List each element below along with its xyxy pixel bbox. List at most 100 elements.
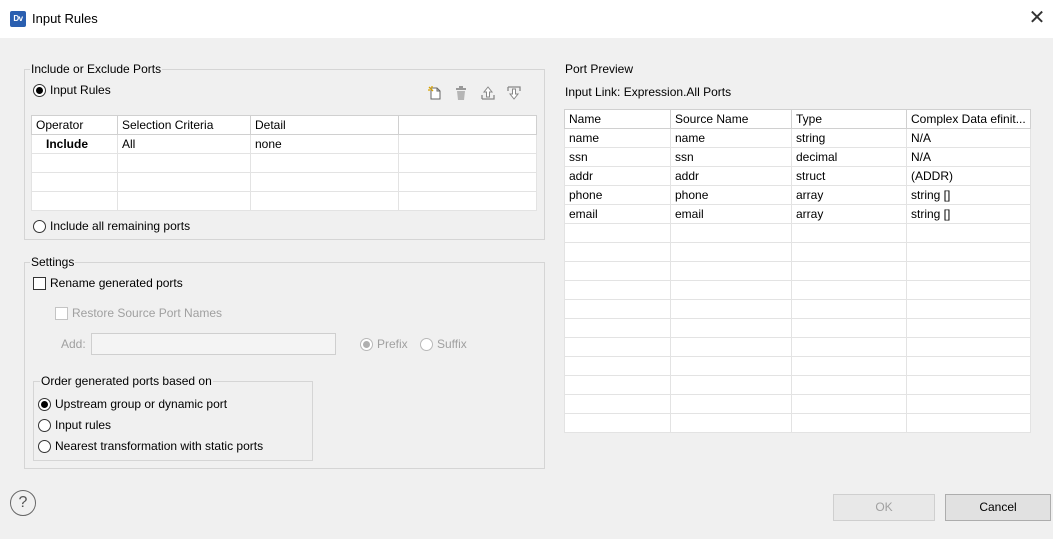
include-remaining-radio-button[interactable] xyxy=(33,219,46,233)
cell-name[interactable]: addr xyxy=(564,166,671,186)
cell-source-name[interactable] xyxy=(670,299,792,319)
cell-type[interactable] xyxy=(791,299,907,319)
cell-complex-data-definition[interactable] xyxy=(906,280,1031,300)
table-row[interactable]: email email array string [] xyxy=(564,204,1031,224)
table-row[interactable]: phone phone array string [] xyxy=(564,185,1031,205)
column-header-type[interactable]: Type xyxy=(791,109,907,129)
cell-extra[interactable] xyxy=(398,153,537,173)
rename-ports-checkbox[interactable]: Rename generated ports xyxy=(33,276,183,290)
table-row-empty[interactable] xyxy=(564,299,1031,319)
suffix-radio-button[interactable] xyxy=(420,337,433,351)
suffix-radio[interactable]: Suffix xyxy=(420,337,467,351)
cell-type[interactable] xyxy=(791,356,907,376)
cell-complex-data-definition[interactable] xyxy=(906,223,1031,243)
restore-names-checkbox-box[interactable] xyxy=(55,306,68,320)
cell-source-name[interactable] xyxy=(670,394,792,414)
cell-complex-data-definition[interactable] xyxy=(906,261,1031,281)
cell-name[interactable] xyxy=(564,242,671,262)
order-option-upstream[interactable]: Upstream group or dynamic port xyxy=(38,397,227,411)
cell-detail[interactable] xyxy=(250,153,399,173)
cell-source-name[interactable]: phone xyxy=(670,185,792,205)
cell-source-name[interactable] xyxy=(670,223,792,243)
prefix-radio[interactable]: Prefix xyxy=(360,337,408,351)
cell-name[interactable]: email xyxy=(564,204,671,224)
cell-type[interactable] xyxy=(791,394,907,414)
cell-operator[interactable] xyxy=(31,153,118,173)
cell-type[interactable] xyxy=(791,280,907,300)
order-input-rules-radio-button[interactable] xyxy=(38,418,51,432)
column-header-selection-criteria[interactable]: Selection Criteria xyxy=(117,115,251,135)
cell-complex-data-definition[interactable]: N/A xyxy=(906,128,1031,148)
cell-source-name[interactable]: ssn xyxy=(670,147,792,167)
column-header-name[interactable]: Name xyxy=(564,109,671,129)
ok-button[interactable]: OK xyxy=(833,494,935,521)
table-row-empty[interactable] xyxy=(564,223,1031,243)
cell-type[interactable] xyxy=(791,318,907,338)
table-row[interactable]: addr addr struct (ADDR) xyxy=(564,166,1031,186)
cell-source-name[interactable] xyxy=(670,375,792,395)
cell-selection-criteria[interactable] xyxy=(117,191,251,211)
cell-selection-criteria[interactable]: All xyxy=(117,134,251,154)
port-preview-table[interactable]: Name Source Name Type Complex Data efini… xyxy=(564,109,1031,433)
column-header-source-name[interactable]: Source Name xyxy=(670,109,792,129)
table-row[interactable] xyxy=(31,191,537,211)
cell-name[interactable] xyxy=(564,394,671,414)
table-row[interactable]: Include All none xyxy=(31,134,537,154)
add-input[interactable] xyxy=(91,333,336,355)
cell-complex-data-definition[interactable] xyxy=(906,299,1031,319)
cancel-button[interactable]: Cancel xyxy=(945,494,1051,521)
cell-source-name[interactable] xyxy=(670,318,792,338)
table-row[interactable] xyxy=(31,172,537,192)
rename-ports-checkbox-box[interactable] xyxy=(33,276,46,290)
cell-name[interactable]: phone xyxy=(564,185,671,205)
cell-operator[interactable] xyxy=(31,191,118,211)
cell-name[interactable] xyxy=(564,337,671,357)
cell-source-name[interactable] xyxy=(670,337,792,357)
table-row-empty[interactable] xyxy=(564,280,1031,300)
cell-detail[interactable] xyxy=(250,191,399,211)
cell-extra[interactable] xyxy=(398,191,537,211)
cell-source-name[interactable]: email xyxy=(670,204,792,224)
cell-name[interactable]: ssn xyxy=(564,147,671,167)
table-row[interactable]: ssn ssn decimal N/A xyxy=(564,147,1031,167)
cell-name[interactable] xyxy=(564,280,671,300)
cell-type[interactable]: array xyxy=(791,204,907,224)
column-header-operator[interactable]: Operator xyxy=(31,115,118,135)
include-remaining-radio[interactable]: Include all remaining ports xyxy=(33,219,190,233)
cell-selection-criteria[interactable] xyxy=(117,172,251,192)
table-row-empty[interactable] xyxy=(564,413,1031,433)
order-option-nearest[interactable]: Nearest transformation with static ports xyxy=(38,439,263,453)
prefix-radio-button[interactable] xyxy=(360,337,373,351)
cell-complex-data-definition[interactable] xyxy=(906,356,1031,376)
cell-extra[interactable] xyxy=(398,172,537,192)
cell-detail[interactable] xyxy=(250,172,399,192)
table-row-empty[interactable] xyxy=(564,318,1031,338)
cell-operator[interactable] xyxy=(31,172,118,192)
cell-type[interactable] xyxy=(791,375,907,395)
help-icon[interactable]: ? xyxy=(10,490,36,516)
table-row-empty[interactable] xyxy=(564,356,1031,376)
restore-names-checkbox[interactable]: Restore Source Port Names xyxy=(55,306,222,320)
cell-name[interactable] xyxy=(564,261,671,281)
table-row-empty[interactable] xyxy=(564,261,1031,281)
cell-source-name[interactable]: addr xyxy=(670,166,792,186)
cell-type[interactable] xyxy=(791,337,907,357)
cell-name[interactable] xyxy=(564,318,671,338)
move-up-icon[interactable] xyxy=(479,84,497,102)
cell-name[interactable] xyxy=(564,356,671,376)
table-row[interactable] xyxy=(31,153,537,173)
table-row-empty[interactable] xyxy=(564,375,1031,395)
cell-type[interactable]: array xyxy=(791,185,907,205)
cell-complex-data-definition[interactable] xyxy=(906,242,1031,262)
cell-name[interactable] xyxy=(564,413,671,433)
table-row[interactable]: name name string N/A xyxy=(564,128,1031,148)
cell-complex-data-definition[interactable] xyxy=(906,337,1031,357)
column-header-detail[interactable]: Detail xyxy=(250,115,399,135)
move-down-icon[interactable] xyxy=(505,84,523,102)
input-rules-radio[interactable]: Input Rules xyxy=(33,83,111,97)
cell-source-name[interactable] xyxy=(670,280,792,300)
cell-source-name[interactable] xyxy=(670,242,792,262)
cell-name[interactable] xyxy=(564,223,671,243)
cell-complex-data-definition[interactable] xyxy=(906,413,1031,433)
cell-operator[interactable]: Include xyxy=(31,134,118,154)
